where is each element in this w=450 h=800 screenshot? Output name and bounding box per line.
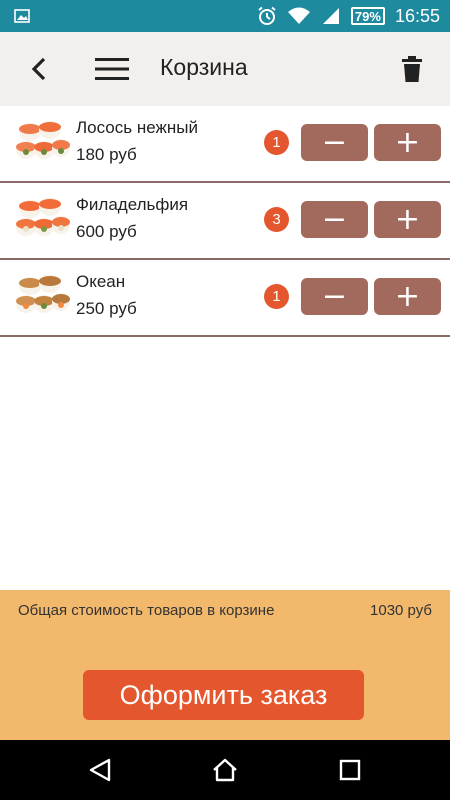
item-name: Филадельфия [76, 195, 189, 214]
clear-cart-button[interactable] [398, 52, 426, 86]
cart-list: Лосось нежный 180 руб 1 − + Филадельфия … [0, 106, 450, 337]
item-name: Лосось нежный [76, 118, 198, 137]
menu-button[interactable] [92, 52, 132, 86]
status-bar-right: 79% 16:55 [257, 0, 440, 32]
item-price: 250 руб [76, 299, 137, 318]
increase-quantity-button[interactable]: + [374, 278, 441, 315]
decrease-quantity-button[interactable]: − [301, 278, 368, 315]
back-arrow-icon [31, 57, 46, 81]
home-icon [213, 758, 237, 782]
minus-icon: − [321, 124, 348, 160]
minus-icon: − [321, 201, 348, 237]
back-button[interactable] [22, 52, 56, 86]
nav-recent-apps-button[interactable] [330, 752, 370, 788]
status-bar: 79% 16:55 [0, 0, 450, 32]
sushi-roll-image [16, 275, 70, 313]
cart-summary: Общая стоимость товаров в корзине 1030 р… [0, 590, 450, 740]
page-title: Корзина [160, 54, 248, 80]
hamburger-menu-icon [95, 58, 129, 80]
item-price: 600 руб [76, 222, 137, 241]
quantity-badge: 1 [264, 284, 289, 309]
triangle-back-icon [89, 758, 111, 782]
square-recent-icon [339, 759, 361, 781]
signal-icon [322, 8, 339, 24]
battery-icon: 79% [350, 7, 385, 25]
item-price: 180 руб [76, 145, 137, 164]
sushi-roll-image [16, 121, 70, 159]
plus-icon: + [394, 124, 421, 160]
increase-quantity-button[interactable]: + [374, 124, 441, 161]
plus-icon: + [394, 201, 421, 237]
quantity-badge: 3 [264, 207, 289, 232]
wifi-icon [287, 7, 310, 24]
sushi-roll-image [16, 198, 70, 236]
item-name: Океан [76, 272, 126, 291]
cart-item: Океан 250 руб 1 − + [0, 260, 450, 337]
decrease-quantity-button[interactable]: − [301, 124, 368, 161]
plus-icon: + [394, 278, 421, 314]
trash-icon [402, 56, 422, 82]
increase-quantity-button[interactable]: + [374, 201, 441, 238]
image-icon [14, 9, 30, 23]
minus-icon: − [321, 278, 348, 314]
place-order-button[interactable]: Оформить заказ [83, 670, 364, 720]
nav-home-button[interactable] [205, 752, 245, 788]
cart-item: Лосось нежный 180 руб 1 − + [0, 106, 450, 183]
alarm-icon [258, 6, 276, 25]
total-value: 1030 руб [370, 602, 432, 619]
app-toolbar: Корзина [0, 32, 450, 106]
system-nav-bar [0, 740, 450, 800]
total-label: Общая стоимость товаров в корзине [18, 602, 275, 619]
decrease-quantity-button[interactable]: − [301, 201, 368, 238]
nav-back-button[interactable] [80, 752, 120, 788]
cart-item: Филадельфия 600 руб 3 − + [0, 183, 450, 260]
status-time: 16:55 [394, 5, 440, 26]
quantity-badge: 1 [264, 130, 289, 155]
